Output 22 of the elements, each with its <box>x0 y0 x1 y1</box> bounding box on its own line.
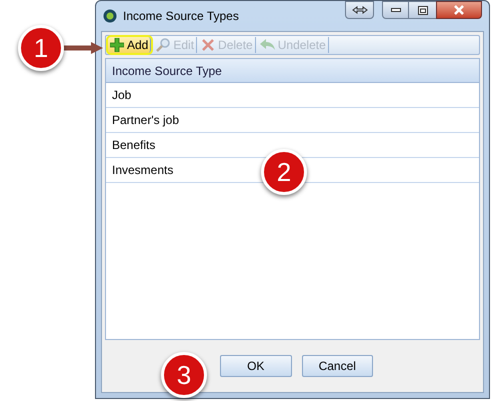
table-cell: Job <box>106 83 479 108</box>
window-title: Income Source Types <box>123 8 239 25</box>
dialog-button[interactable]: Cancel <box>302 355 373 377</box>
cross-icon <box>201 38 216 52</box>
maximize-icon <box>418 6 428 14</box>
app-icon <box>103 9 117 23</box>
plus-icon <box>110 38 124 52</box>
callout-arrow <box>63 42 103 54</box>
minimize-button[interactable] <box>382 1 409 19</box>
back-arrow-icon <box>260 39 275 51</box>
minimize-icon <box>390 8 400 12</box>
close-button[interactable] <box>436 1 482 19</box>
maximize-button[interactable] <box>409 1 436 19</box>
callout-badge: 1 <box>18 25 64 71</box>
dialog-button[interactable]: OK <box>220 355 292 377</box>
magnifier-icon <box>156 38 170 52</box>
toolbar-button[interactable]: Add <box>108 37 152 53</box>
table-cell: Partner's job <box>106 108 479 133</box>
column-header[interactable]: Income Source Type <box>106 59 479 83</box>
close-icon <box>453 5 465 15</box>
resize-button[interactable] <box>345 1 374 19</box>
double-arrow-icon <box>352 6 368 14</box>
